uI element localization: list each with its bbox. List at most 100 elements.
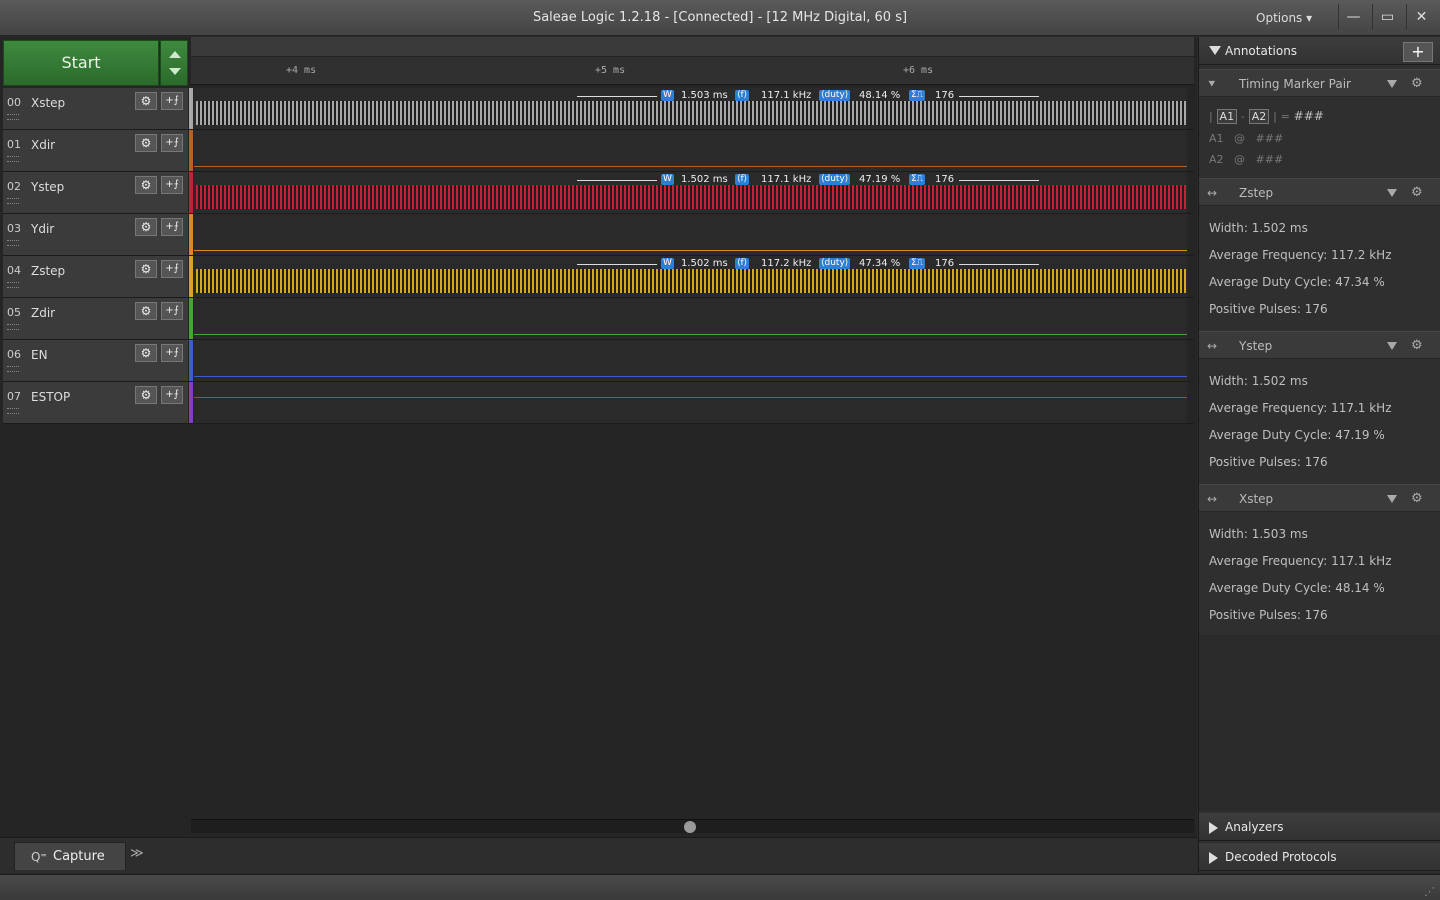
measurement-frequency-value: 117.2 kHz — [761, 258, 812, 269]
add-analyzer-button[interactable]: +⨍ — [161, 344, 183, 362]
arrows-icon: ↔ — [1207, 186, 1218, 200]
channel-number: 04 — [7, 264, 21, 277]
restore-button[interactable]: ▭ — [1372, 4, 1402, 30]
add-analyzer-button[interactable]: +⨍ — [161, 176, 183, 194]
gear-icon[interactable]: ⚙ — [1411, 485, 1423, 513]
dropdown-icon[interactable] — [1387, 495, 1397, 503]
measurement-span-line — [577, 264, 657, 265]
channel-header[interactable]: 07 ESTOP ⚙ +⨍ — [3, 382, 189, 423]
add-analyzer-button[interactable]: +⨍ — [161, 386, 183, 404]
tab-capture[interactable]: Q⁼ Capture — [14, 842, 126, 870]
channel-header[interactable]: 01 Xdir ⚙ +⨍ — [3, 130, 189, 171]
measurement-span-line — [959, 96, 1039, 97]
measurement-overlay[interactable]: W 1.503 ms ⟨f⟩ 117.1 kHz ⟨duty⟩ 48.14 % Σ⎍ 176 — [577, 90, 1042, 102]
channel-name[interactable]: ESTOP — [31, 390, 70, 404]
measurement-pulses: Positive Pulses: 176 — [1209, 302, 1328, 316]
add-analyzer-button[interactable]: +⨍ — [161, 92, 183, 110]
add-analyzer-button[interactable]: +⨍ — [161, 302, 183, 320]
channel-name[interactable]: Xstep — [31, 96, 65, 110]
add-annotation-button[interactable]: + — [1403, 42, 1433, 62]
measurement-count-value: 176 — [935, 174, 955, 185]
measurement-header-xstep[interactable]: ↔ Xstep ⚙ — [1199, 484, 1440, 512]
dropdown-icon[interactable] — [1387, 342, 1397, 350]
signal-level-line — [194, 334, 1187, 335]
channel-waveform[interactable]: W 1.502 ms ⟨f⟩ 117.1 kHz ⟨duty⟩ 47.19 % Σ⎍ 176 — [194, 172, 1187, 213]
measurement-header-ystep[interactable]: ↔ Ystep ⚙ — [1199, 331, 1440, 359]
scrollbar-thumb[interactable] — [684, 821, 696, 833]
channel-number: 00 — [7, 96, 21, 109]
start-button[interactable]: Start — [3, 40, 159, 86]
channel-waveform[interactable] — [194, 214, 1187, 255]
channel-waveform[interactable] — [194, 382, 1187, 423]
marker-pair-value: ### — [1293, 109, 1324, 123]
channel-waveform[interactable] — [194, 298, 1187, 339]
channel-color-swatch — [189, 382, 193, 423]
gear-icon[interactable]: ⚙ — [1411, 332, 1423, 360]
close-button[interactable]: ✕ — [1406, 4, 1436, 30]
minimize-button[interactable]: — — [1338, 4, 1368, 30]
channel-settings-button[interactable]: ⚙ — [135, 176, 157, 194]
measurement-overlay[interactable]: W 1.502 ms ⟨f⟩ 117.1 kHz ⟨duty⟩ 47.19 % Σ⎍ 176 — [577, 174, 1042, 186]
measurement-width-value: 1.502 ms — [681, 174, 728, 185]
options-menu[interactable]: Options ▾ — [1256, 0, 1312, 36]
pulse-count-chip: Σ⎍ — [909, 174, 925, 185]
channel-waveform[interactable] — [194, 340, 1187, 381]
channel-color-swatch — [189, 256, 193, 297]
measurement-label: Ystep — [1239, 339, 1273, 353]
channel-name[interactable]: EN — [31, 348, 48, 362]
gear-icon[interactable]: ⚙ — [1411, 179, 1423, 207]
drag-handle-icon[interactable] — [7, 198, 19, 204]
drag-handle-icon[interactable] — [7, 324, 19, 330]
marker-a1-button[interactable]: A1 — [1216, 109, 1238, 124]
measurement-overlay[interactable]: W 1.502 ms ⟨f⟩ 117.2 kHz ⟨duty⟩ 47.34 % Σ⎍ 176 — [577, 258, 1042, 270]
channel-waveform[interactable]: W 1.502 ms ⟨f⟩ 117.2 kHz ⟨duty⟩ 47.34 % Σ⎍ 176 — [194, 256, 1187, 297]
channel-settings-button[interactable]: ⚙ — [135, 218, 157, 236]
drag-handle-icon[interactable] — [7, 408, 19, 414]
decoded-protocols-title: Decoded Protocols — [1225, 850, 1337, 864]
channel-header[interactable]: 06 EN ⚙ +⨍ — [3, 340, 189, 381]
channel-settings-button[interactable]: ⚙ — [135, 344, 157, 362]
channel-settings-button[interactable]: ⚙ — [135, 302, 157, 320]
timing-marker-pair-header[interactable]: ⯆ Timing Marker Pair ⚙ — [1199, 69, 1440, 97]
gear-icon[interactable]: ⚙ — [1411, 70, 1423, 98]
drag-handle-icon[interactable] — [7, 366, 19, 372]
add-analyzer-button[interactable]: +⨍ — [161, 260, 183, 278]
channel-header[interactable]: 03 Ydir ⚙ +⨍ — [3, 214, 189, 255]
channel-settings-button[interactable]: ⚙ — [135, 260, 157, 278]
annotations-header[interactable]: Annotations + — [1199, 37, 1440, 65]
analyzers-header[interactable]: Analyzers — [1199, 813, 1440, 841]
decoded-protocols-header[interactable]: Decoded Protocols — [1199, 843, 1440, 871]
channel-name[interactable]: Xdir — [31, 138, 55, 152]
channel-name[interactable]: Zdir — [31, 306, 55, 320]
channel-header[interactable]: 04 Zstep ⚙ +⨍ — [3, 256, 189, 297]
channel-settings-button[interactable]: ⚙ — [135, 386, 157, 404]
horizontal-scrollbar[interactable] — [191, 819, 1194, 833]
bottom-tab-strip: Q⁼ Capture ≫ — [0, 837, 1197, 873]
channel-name[interactable]: Zstep — [31, 264, 65, 278]
channel-name[interactable]: Ydir — [31, 222, 54, 236]
channel-header[interactable]: 00 Xstep ⚙ +⨍ — [3, 88, 189, 129]
channel-header[interactable]: 02 Ystep ⚙ +⨍ — [3, 172, 189, 213]
marker-a2-button[interactable]: A2 — [1248, 109, 1270, 124]
resize-grip-icon[interactable]: ⋰ — [1424, 885, 1435, 898]
add-analyzer-button[interactable]: +⨍ — [161, 134, 183, 152]
channel-waveform[interactable]: W 1.503 ms ⟨f⟩ 117.1 kHz ⟨duty⟩ 48.14 % Σ⎍ 176 — [194, 88, 1187, 129]
channel-waveform[interactable] — [194, 130, 1187, 171]
drag-handle-icon[interactable] — [7, 282, 19, 288]
channel-name[interactable]: Ystep — [31, 180, 64, 194]
time-ruler[interactable]: +4 ms +5 ms +6 ms — [191, 37, 1194, 85]
dropdown-icon[interactable] — [1387, 189, 1397, 197]
drag-handle-icon[interactable] — [7, 240, 19, 246]
drag-handle-icon[interactable] — [7, 114, 19, 120]
channel-settings-button[interactable]: ⚙ — [135, 92, 157, 110]
channel-header[interactable]: 05 Zdir ⚙ +⨍ — [3, 298, 189, 339]
more-tabs-button[interactable]: ≫ — [130, 846, 144, 861]
channel-number: 06 — [7, 348, 21, 361]
measurement-header-zstep[interactable]: ↔ Zstep ⚙ — [1199, 178, 1440, 206]
start-options-button[interactable] — [160, 40, 188, 86]
add-analyzer-button[interactable]: +⨍ — [161, 218, 183, 236]
channel-settings-button[interactable]: ⚙ — [135, 134, 157, 152]
dropdown-icon[interactable] — [1387, 80, 1397, 88]
channel-number: 02 — [7, 180, 21, 193]
drag-handle-icon[interactable] — [7, 156, 19, 162]
